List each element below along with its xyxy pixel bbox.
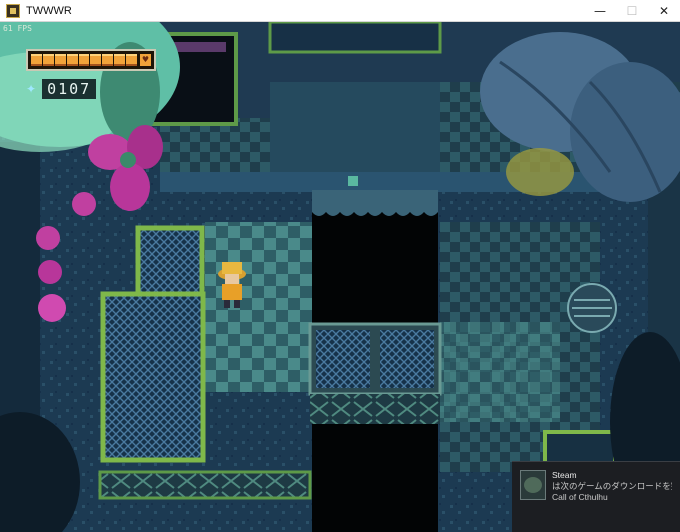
app-icon	[6, 3, 20, 18]
planter-large	[100, 291, 206, 463]
health-segment	[126, 54, 138, 66]
game-scene	[0, 22, 680, 532]
gem-counter: ✦ 0107	[26, 79, 97, 99]
pit-edge	[312, 190, 438, 216]
close-button[interactable]: ✕	[648, 0, 680, 22]
notification-message: は次のゲームのダウンロードを完了しま...	[552, 481, 672, 491]
heart-icon: ♥	[140, 54, 152, 66]
health-segment	[54, 54, 66, 66]
steam-notification[interactable]: Steam は次のゲームのダウンロードを完了しま... Call of Cthu…	[512, 461, 680, 532]
pink-flower-center	[120, 152, 136, 168]
pink-flower-petal-3	[110, 163, 150, 211]
small-flower-1	[72, 192, 96, 216]
small-flower-4	[38, 294, 66, 322]
player-leg-left	[224, 300, 230, 308]
floor-checker	[205, 222, 315, 392]
minimize-button[interactable]: —	[584, 0, 616, 22]
leaf-yellow	[506, 148, 574, 196]
health-segment	[102, 54, 114, 66]
bridge-mesh-right	[380, 330, 434, 388]
floor-checker-right-light	[440, 322, 560, 422]
bridge-railing	[310, 394, 440, 424]
health-segment	[90, 54, 102, 66]
fps-counter: 61 FPS	[3, 24, 32, 33]
player-body	[222, 284, 242, 300]
health-segment	[66, 54, 78, 66]
player-leg-right	[234, 300, 240, 308]
notification-app: Steam	[552, 470, 577, 480]
wall-checker-left	[160, 118, 270, 174]
game-viewport[interactable]: 61 FPS ♥ ✦ 0107	[0, 22, 680, 532]
planter-small	[135, 225, 205, 301]
health-segment	[42, 54, 54, 66]
top-planter	[268, 22, 442, 54]
window-titlebar: TWWWR — ☐ ✕	[0, 0, 680, 22]
player-hat	[222, 262, 242, 274]
small-flower-2	[36, 226, 60, 250]
window-controls: — ☐ ✕	[584, 0, 680, 22]
spark-icon: ✦	[26, 82, 37, 96]
floor-marker	[348, 176, 358, 186]
bridge-mesh-left	[316, 330, 370, 388]
health-bar: ♥	[26, 49, 156, 71]
health-segment	[114, 54, 126, 66]
gem-count: 0107	[42, 79, 97, 99]
bottom-railing	[98, 470, 312, 500]
window-title: TWWWR	[26, 4, 72, 17]
health-segment	[31, 54, 42, 66]
health-segment	[78, 54, 90, 66]
game-thumbnail	[520, 470, 546, 500]
wall-block-center	[270, 82, 440, 174]
notification-game: Call of Cthulhu	[552, 492, 608, 502]
small-flower-3	[38, 260, 62, 284]
maximize-button[interactable]: ☐	[616, 0, 648, 22]
player-face	[225, 274, 239, 284]
notification-text: Steam は次のゲームのダウンロードを完了しま... Call of Cthu…	[552, 470, 672, 524]
